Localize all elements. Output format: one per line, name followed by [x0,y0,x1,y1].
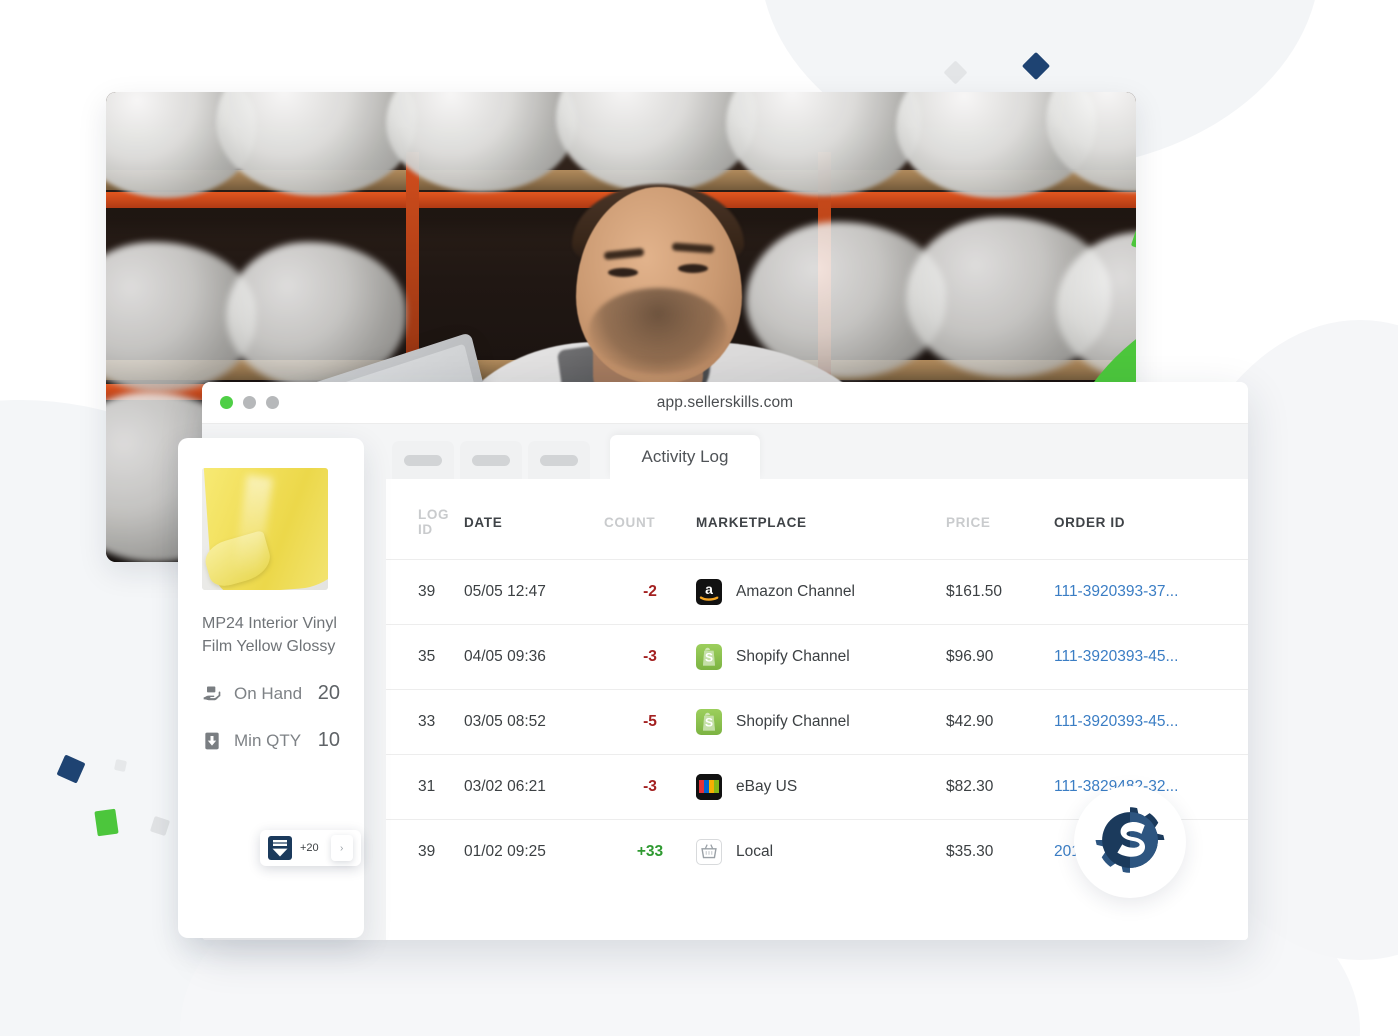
sellerskills-gear-logo-icon [1089,799,1171,886]
tab-placeholder-pill [472,454,510,466]
cell-count: +33 [604,819,696,884]
tab-placeholder-2[interactable] [460,441,522,479]
local-basket-icon [696,839,722,865]
cell-date: 04/05 09:36 [464,624,604,690]
cell-count: -3 [604,754,696,820]
column-header-date[interactable]: DATE [464,479,604,560]
column-header-log-id[interactable]: LOG ID [386,479,464,560]
order-id-link[interactable]: 111-3920393-45... [1054,713,1178,730]
browser-titlebar: app.sellerskills.com [202,382,1248,424]
marketplace-label: Shopify Channel [736,648,850,665]
on-hand-icon [202,684,222,704]
tab-placeholder-3[interactable] [528,441,590,479]
svg-text:S: S [705,716,713,730]
ebay-icon [696,774,722,800]
column-header-price[interactable]: PRICE [946,479,1054,560]
marketplace-cell-content: a Amazon Channel [696,579,946,605]
marketplace-cell-content: S Shopify Channel [696,709,946,735]
amazon-icon: a [696,579,722,605]
stock-in-icon [268,836,292,860]
cell-count: -2 [604,559,696,625]
cell-log-id: 35 [386,624,464,690]
tab-activity-log[interactable]: Activity Log [610,435,760,479]
cell-date: 01/02 09:25 [464,819,604,884]
marketplace-cell-content: S Shopify Channel [696,644,946,670]
column-header-marketplace[interactable]: MARKETPLACE [696,479,946,560]
cell-log-id: 39 [386,819,464,884]
marketplace-cell-content: eBay US [696,774,946,800]
sellerskills-logo-badge [1074,786,1186,898]
marketplace-label: eBay US [736,778,798,795]
table-header-row: LOG ID DATE COUNT MARKETPLACE PRICE ORDE… [386,479,1248,560]
svg-text:a: a [705,581,713,597]
cell-count: -3 [604,624,696,690]
cell-price: $42.90 [946,689,1054,755]
product-image [202,468,328,590]
stat-on-hand: On Hand 20 [202,682,340,705]
cell-marketplace: Local [696,819,946,884]
product-card: MP24 Interior Vinyl Film Yellow Glossy O… [178,438,364,938]
cell-marketplace: S Shopify Channel [696,689,946,755]
table-row[interactable]: 39 05/05 12:47 -2 a Amazon Channel $161.50 111… [386,559,1248,625]
tab-placeholder-pill [540,454,578,466]
cell-date: 05/05 12:47 [464,559,604,625]
stat-min-qty: Min QTY 10 [202,729,340,752]
cell-price: $82.30 [946,754,1054,820]
marketplace-label: Local [736,843,774,860]
marketplace-label: Shopify Channel [736,713,850,730]
marketplace-cell-content: Local [696,839,946,865]
table-row[interactable]: 33 03/05 08:52 -5 S Shopify Channel $42.90 111… [386,689,1248,755]
cell-price: $96.90 [946,624,1054,690]
stat-label-min-qty: Min QTY [234,730,302,750]
stock-adjust-count: +20 [300,842,319,854]
cell-order-id: 111-3920393-37... [1054,559,1248,625]
cell-count: -5 [604,689,696,755]
stat-label-on-hand: On Hand [234,683,303,703]
order-id-link[interactable]: 111-3920393-37... [1054,583,1178,600]
cell-price: $35.30 [946,819,1054,884]
column-header-count[interactable]: COUNT [604,479,696,560]
grey-square-small-icon [113,758,128,773]
chevron-right-icon[interactable]: › [330,835,353,861]
cell-log-id: 31 [386,754,464,820]
cell-date: 03/05 08:52 [464,689,604,755]
cell-order-id: 111-3920393-45... [1054,689,1248,755]
shopify-icon: S [696,709,722,735]
column-header-order-id[interactable]: ORDER ID [1054,479,1248,560]
cell-price: $161.50 [946,559,1054,625]
cell-marketplace: a Amazon Channel [696,559,946,625]
shopify-icon: S [696,644,722,670]
cell-log-id: 39 [386,559,464,625]
cell-order-id: 111-3920393-45... [1054,624,1248,690]
address-bar-url[interactable]: app.sellerskills.com [202,394,1248,412]
hero-composition: app.sellerskills.com Activity Log LOG ID… [0,0,1398,1036]
min-qty-icon [202,731,222,751]
svg-text:S: S [705,651,713,665]
marketplace-label: Amazon Channel [736,583,855,600]
cell-marketplace: S Shopify Channel [696,624,946,690]
stat-value-min-qty: 10 [317,729,340,752]
product-title: MP24 Interior Vinyl Film Yellow Glossy [202,615,337,656]
cell-date: 03/02 06:21 [464,754,604,820]
tab-placeholder-1[interactable] [392,441,454,479]
cell-log-id: 33 [386,689,464,755]
order-id-link[interactable]: 111-3920393-45... [1054,648,1178,665]
table-row[interactable]: 35 04/05 09:36 -3 S Shopify Channel $96.90 111… [386,624,1248,690]
cell-marketplace: eBay US [696,754,946,820]
stat-value-on-hand: 20 [317,682,340,705]
stock-adjust-badge[interactable]: +20 › [260,830,361,866]
green-square-icon [94,808,119,837]
tab-placeholder-pill [404,454,442,466]
